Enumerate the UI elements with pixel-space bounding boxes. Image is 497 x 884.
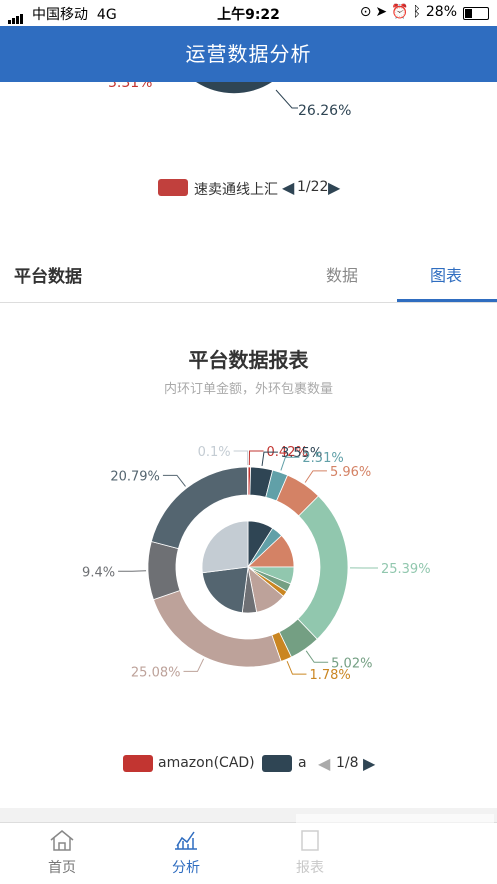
chart-title: 平台数据报表	[0, 344, 497, 373]
legend-prev-icon[interactable]: ◀	[318, 754, 330, 773]
outer-ring-leader-line	[118, 571, 146, 572]
top-pie-label-left: 3.31%	[108, 82, 152, 91]
top-legend-pager: 1/22	[297, 179, 328, 195]
tab-analysis[interactable]: 分析	[146, 829, 226, 877]
outer-ring-leader-line	[163, 475, 186, 486]
outer-ring-label: 0.1%	[198, 445, 231, 460]
battery-percent: 28%	[426, 4, 457, 20]
platform-section-header: 平台数据 数据 图表	[0, 240, 497, 303]
chart-icon	[173, 829, 199, 851]
platform-pie-chart: 0.42%3.55%2.51%5.96%25.39%5.02%1.78%25.0…	[0, 405, 497, 745]
status-bar: 中国移动 4G 上午9:22 ⊙➤⏰ᛒ 28%	[0, 0, 497, 26]
outer-ring-slice[interactable]	[247, 467, 248, 495]
location-icon: ➤	[375, 4, 391, 20]
page-title: 运营数据分析	[0, 26, 497, 82]
home-icon	[49, 829, 75, 851]
outer-ring-label: 9.4%	[82, 565, 115, 580]
outer-ring-label: 5.96%	[330, 465, 371, 480]
inner-pie-slice[interactable]	[202, 521, 248, 573]
legend-next-icon[interactable]: ▶	[363, 754, 375, 773]
status-icons: ⊙➤⏰ᛒ	[360, 4, 425, 20]
battery-icon	[463, 7, 489, 20]
inner-pie-slice[interactable]	[202, 567, 248, 613]
legend-label-amazon[interactable]: amazon(CAD)	[158, 755, 255, 771]
top-chart-legend: 速卖通线上汇 ◀ 1/22 ▶	[158, 178, 358, 200]
outer-ring-leader-line	[287, 661, 306, 674]
tab-analysis-label: 分析	[146, 857, 226, 877]
legend-label-a[interactable]: a	[298, 755, 307, 771]
top-legend-prev-icon[interactable]: ◀	[282, 178, 294, 197]
active-tab-indicator	[397, 299, 497, 302]
outer-ring-label: 25.08%	[131, 665, 181, 680]
chart-legend: amazon(CAD) a ◀ 1/8 ▶	[0, 752, 497, 778]
legend-pager: 1/8	[336, 755, 359, 771]
top-pie-slice	[196, 82, 272, 93]
tab-data[interactable]: 数据	[326, 262, 358, 286]
outer-ring-leader-line	[306, 651, 328, 662]
legend-swatch-amazon[interactable]	[123, 755, 153, 772]
watermark-overlay	[296, 814, 494, 880]
legend-swatch-a[interactable]	[262, 755, 292, 772]
outer-ring-slice[interactable]	[148, 541, 180, 599]
chart-subtitle: 内环订单金额，外环包裹数量	[0, 378, 497, 397]
outer-ring-label: 20.79%	[110, 469, 160, 484]
alarm-icon: ⏰	[391, 4, 412, 20]
outer-ring-label: 25.39%	[381, 562, 431, 577]
outer-ring-leader-line	[305, 471, 327, 483]
platform-section-title: 平台数据	[14, 262, 82, 287]
lock-rotation-icon: ⊙	[360, 4, 376, 20]
outer-ring-leader-line	[234, 451, 248, 465]
outer-ring-leader-line	[249, 451, 263, 465]
outer-ring-leader-line	[183, 659, 203, 672]
top-legend-label[interactable]: 速卖通线上汇	[194, 179, 279, 199]
top-chart-section: 3.31% 26.26% 速卖通线上汇 ◀ 1/22 ▶	[0, 82, 497, 240]
tab-home[interactable]: 首页	[22, 829, 102, 877]
tab-chart[interactable]: 图表	[430, 262, 462, 286]
top-pie-chart: 3.31% 26.26%	[0, 82, 497, 240]
top-pie-label-right: 26.26%	[298, 103, 351, 119]
outer-ring-slice[interactable]	[298, 496, 348, 639]
top-legend-next-icon[interactable]: ▶	[328, 178, 340, 197]
bluetooth-icon: ᛒ	[413, 4, 425, 20]
top-pie-leader-line	[276, 90, 298, 108]
outer-ring-label: 1.78%	[309, 668, 350, 683]
top-legend-swatch[interactable]	[158, 179, 188, 196]
tab-home-label: 首页	[22, 857, 102, 877]
